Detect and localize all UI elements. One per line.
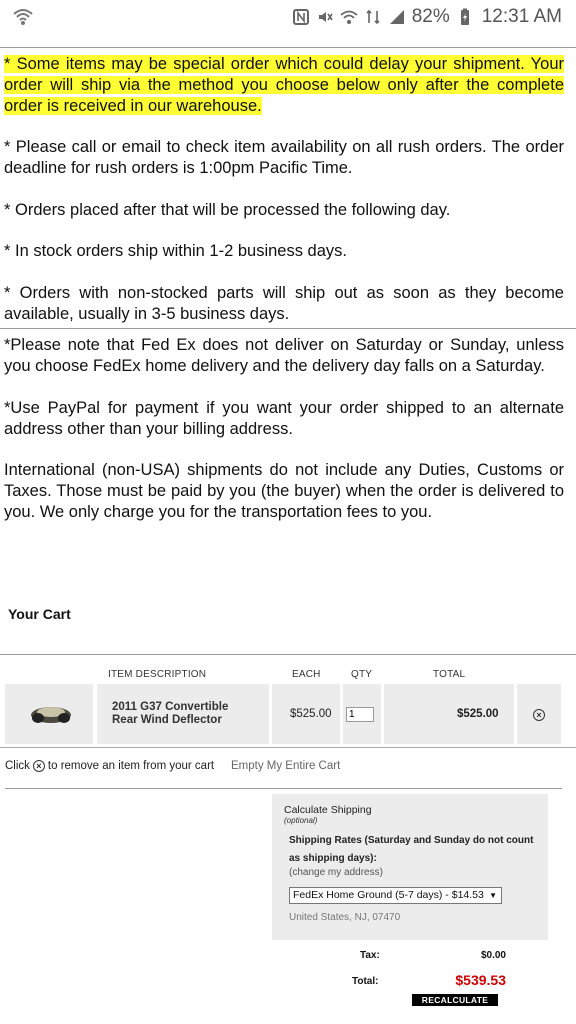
remove-instruction: Click × to remove an item from your cart: [5, 760, 214, 772]
divider: [0, 47, 576, 48]
header-total: TOTAL: [433, 669, 466, 680]
optional-label: (optional): [284, 816, 318, 825]
battery-percent: 82%: [411, 6, 450, 27]
change-address-link[interactable]: (change my address): [289, 867, 383, 878]
battery-charging-icon: [460, 8, 469, 25]
header-item-description: ITEM DESCRIPTION: [108, 669, 207, 680]
fedex-note: *Please note that Fed Ex does not delive…: [4, 336, 564, 376]
shipping-rates-label: Shipping Rates (Saturday and Sunday do n…: [289, 835, 534, 864]
empty-cart-link[interactable]: Empty My Entire Cart: [231, 760, 340, 772]
wifi-icon: [340, 10, 358, 24]
shipping-method-value: FedEx Home Ground (5-7 days) - $14.53: [293, 889, 484, 901]
item-each-price: $525.00: [290, 708, 332, 720]
deadline-note: * Orders placed after that will be proce…: [4, 200, 451, 219]
product-thumbnail[interactable]: [28, 700, 74, 726]
recalculate-button[interactable]: RECALCULATE: [412, 994, 498, 1006]
item-description-line2[interactable]: Rear Wind Deflector: [112, 714, 222, 726]
divider: [0, 747, 576, 748]
paypal-note: *Use PayPal for payment if you want your…: [4, 398, 564, 438]
tax-value: $0.00: [480, 950, 506, 961]
cell-signal-icon: [389, 10, 404, 24]
data-icon: [366, 9, 380, 25]
header-each: EACH: [292, 669, 321, 680]
quantity-input[interactable]: [346, 707, 374, 722]
remove-icon: ×: [32, 760, 45, 772]
tax-label: Tax:: [360, 950, 380, 961]
remove-instruction-prefix: Click: [5, 760, 30, 772]
wifi-signal-icon: [13, 9, 33, 25]
rush-order-note: * Please call or email to check item ava…: [4, 138, 564, 177]
remove-item-icon[interactable]: ×: [533, 709, 545, 721]
shipping-calculator: Calculate Shipping (optional) Shipping R…: [272, 794, 548, 940]
total-value: $539.53: [455, 972, 506, 988]
remove-instruction-suffix: to remove an item from your cart: [47, 760, 215, 772]
special-order-notice: * Some items may be special order which …: [4, 55, 564, 115]
shipping-notes: * Some items may be special order which …: [0, 54, 576, 523]
dropdown-arrow-icon: ▼: [489, 891, 497, 900]
shipping-address: United States, NJ, 07470: [289, 912, 401, 923]
international-note: International (non-USA) shipments do not…: [4, 461, 564, 521]
mute-icon: [318, 12, 333, 22]
divider: [5, 788, 562, 789]
divider: [0, 654, 576, 655]
calculate-shipping-title: Calculate Shipping: [284, 804, 372, 816]
in-stock-note: * In stock orders ship within 1-2 busine…: [4, 242, 347, 261]
nfc-icon: [292, 9, 309, 25]
total-label: Total:: [352, 976, 379, 987]
header-qty: QTY: [351, 669, 373, 680]
status-bar: 82% 12:31 AM: [0, 0, 576, 34]
item-description-line1[interactable]: 2011 G37 Convertible: [112, 701, 228, 713]
cart-title: Your Cart: [8, 606, 71, 622]
clock: 12:31 AM: [481, 6, 562, 27]
item-total-price: $525.00: [457, 708, 499, 720]
shipping-method-select[interactable]: FedEx Home Ground (5-7 days) - $14.53 ▼: [289, 887, 502, 904]
non-stocked-note: * Orders with non-stocked parts will shi…: [4, 283, 564, 323]
